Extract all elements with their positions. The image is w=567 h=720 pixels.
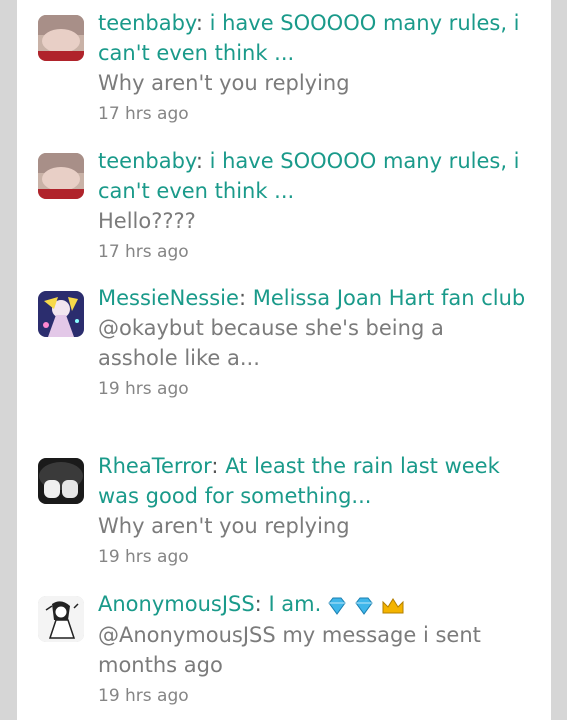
user-avatar-icon[interactable] [38, 596, 84, 642]
username-link[interactable]: teenbaby [98, 11, 196, 35]
message-text: Why aren't you replying [98, 514, 350, 538]
timestamp: 19 hrs ago [98, 686, 189, 706]
separator: : [195, 149, 210, 173]
user-avatar-icon[interactable] [38, 291, 84, 337]
timestamp: 17 hrs ago [98, 242, 189, 262]
username-link[interactable]: AnonymousJSS [98, 592, 255, 616]
message-text: Why aren't you replying [98, 71, 350, 95]
user-avatar-icon[interactable] [38, 458, 84, 504]
separator: : [254, 592, 269, 616]
timestamp: 19 hrs ago [98, 379, 189, 399]
topic-link[interactable]: Melissa Joan Hart fan club [253, 286, 526, 310]
diamond-icon [355, 597, 373, 615]
timestamp: 17 hrs ago [98, 104, 189, 124]
message-text: Hello???? [98, 209, 196, 233]
crown-icon [382, 598, 404, 614]
separator: : [195, 11, 210, 35]
user-badges [327, 590, 404, 620]
separator: : [211, 454, 226, 478]
username-link[interactable]: teenbaby [98, 149, 196, 173]
username-link[interactable]: MessieNessie [98, 286, 239, 310]
notifications-panel: teenbaby: i have SOOOOO many rules, i ca… [17, 0, 551, 720]
diamond-icon [328, 597, 346, 615]
username-link[interactable]: RheaTerror [98, 454, 211, 478]
separator: : [238, 286, 253, 310]
topic-link[interactable]: I am. [268, 592, 321, 616]
timestamp: 19 hrs ago [98, 547, 189, 567]
user-avatar-icon[interactable] [38, 15, 84, 61]
message-text: @AnonymousJSS my message i sent months a… [98, 623, 481, 677]
user-avatar-icon[interactable] [38, 153, 84, 199]
message-text: @okaybut because she's being a asshole l… [98, 316, 444, 370]
